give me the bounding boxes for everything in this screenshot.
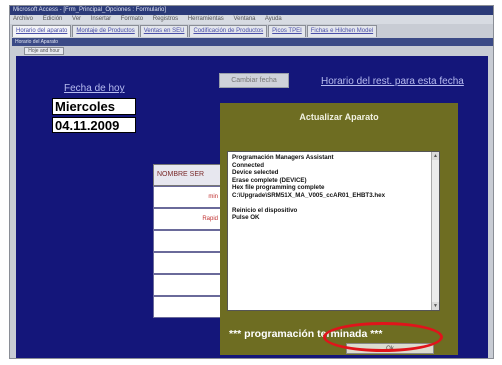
dialog-title: Actualizar Aparato [299,112,379,122]
tab-strip: Horario del aparato Montaje de Productos… [12,25,492,37]
tab-picos-tpei[interactable]: Picos TPEI [268,25,306,37]
horario-link[interactable]: Horario del rest. para esta fecha [321,76,464,87]
menu-item-insertar[interactable]: Insertar [91,16,111,22]
subheader-button[interactable]: Hoje and hour [24,47,64,55]
menu-item-herramientas[interactable]: Herramientas [188,16,224,22]
date-field: 04.11.2009 [52,117,136,133]
service-table: NOMBRE SER min Rapid [153,164,223,332]
window-title-bar: Microsoft Access - [Frm_Principal_Opcion… [10,6,493,15]
fecha-de-hoy-link[interactable]: Fecha de hoy [64,83,125,94]
table-row[interactable]: Rapid [153,208,223,230]
scroll-down-icon[interactable]: ▼ [432,302,439,310]
log-textbox[interactable]: Programación Managers Assistant Connecte… [227,151,440,311]
tab-montaje-de-productos[interactable]: Montaje de Productos [72,25,139,37]
table-row[interactable] [153,252,223,274]
tab-fichas[interactable]: Fichas e Hilchen Model [306,25,378,37]
main-panel: Fecha de hoy Miercoles 04.11.2009 Cambia… [16,56,488,358]
table-row[interactable] [153,274,223,296]
table-row[interactable]: min [153,186,223,208]
tab-ventas-en-seu[interactable]: Ventas en SEU [139,25,189,37]
table-header: NOMBRE SER [153,164,223,186]
menu-item-ayuda[interactable]: Ayuda [265,16,282,22]
application-window: Microsoft Access - [Frm_Principal_Opcion… [9,5,494,359]
update-device-dialog: Actualizar Aparato Programación Managers… [220,103,458,355]
completion-message: *** programación terminada *** [229,328,383,340]
table-row[interactable] [153,230,223,252]
tab-horario-del-aparato[interactable]: Horario del aparato [12,25,72,37]
tab-codificacion-de-productos[interactable]: Codificación de Productos [189,25,268,37]
menu-bar: Archivo Edición Ver Insertar Formato Reg… [10,15,493,24]
section-header: Horario del Aparato [12,38,493,46]
menu-item-ventana[interactable]: Ventana [233,16,255,22]
log-text: Programación Managers Assistant Connecte… [232,154,386,221]
change-date-button[interactable]: Cambiar fecha [219,73,289,88]
log-scrollbar[interactable]: ▲ ▼ [431,152,439,310]
scroll-up-icon[interactable]: ▲ [432,152,439,160]
ok-button[interactable]: Ok [346,343,434,354]
menu-item-registros[interactable]: Registros [153,16,178,22]
menu-item-ver[interactable]: Ver [72,16,81,22]
menu-item-formato[interactable]: Formato [121,16,143,22]
menu-item-edicion[interactable]: Edición [43,16,63,22]
table-row[interactable] [153,296,223,318]
menu-item-archivo[interactable]: Archivo [13,16,33,22]
day-field: Miercoles [52,98,136,115]
